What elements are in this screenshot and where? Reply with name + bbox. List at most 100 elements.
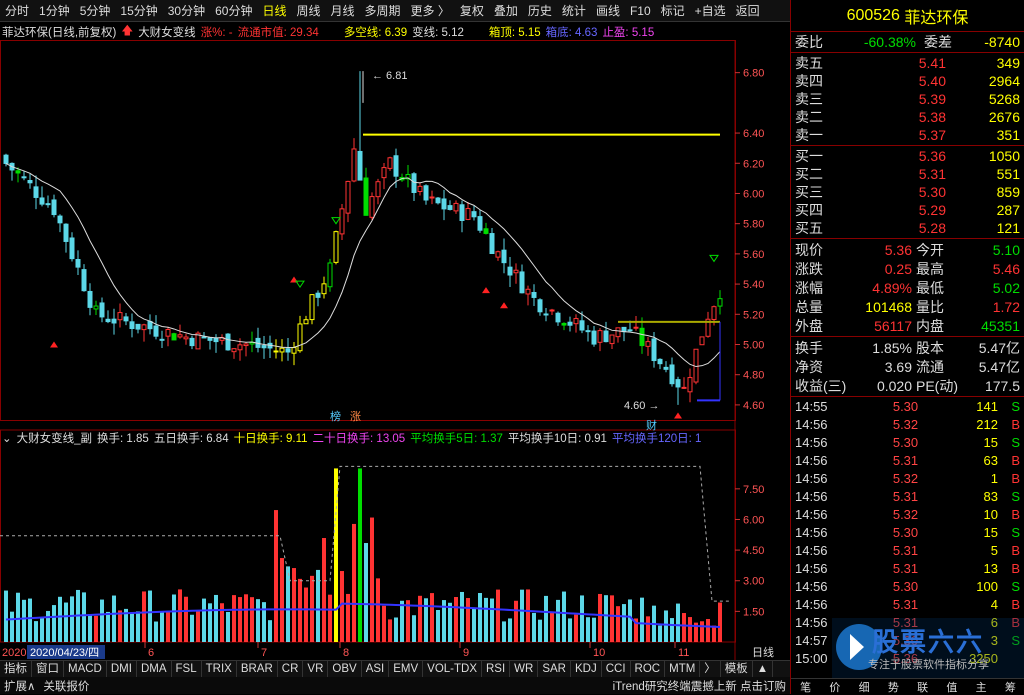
- volume-bar: [502, 621, 506, 642]
- stat-cell: 4.89%: [872, 279, 912, 296]
- volume-bar: [532, 612, 536, 642]
- indicator-tab-20[interactable]: MTM: [665, 661, 701, 677]
- panel-tab-5[interactable]: 值: [937, 679, 966, 694]
- toolbar-item-3[interactable]: 15分钟: [115, 0, 162, 22]
- candle-body: [429, 196, 435, 199]
- toolbar-item-14[interactable]: 统计: [557, 0, 591, 22]
- toolbar-item-7[interactable]: 周线: [291, 0, 325, 22]
- panel-tab-1[interactable]: 价: [820, 679, 849, 694]
- kline-chart[interactable]: 6.80 6.40 6.20 6.00 5.80 5.60 5.40 5.20 5.00 4.80…: [0, 40, 790, 660]
- panel-tab-0[interactable]: 笔: [791, 679, 820, 694]
- toolbar-item-5[interactable]: 60分钟: [210, 0, 257, 22]
- tick-cell: 100: [976, 578, 998, 594]
- indicator-tab-8[interactable]: CR: [278, 661, 304, 677]
- indicator-tab-5[interactable]: FSL: [172, 661, 202, 677]
- watermark-title: 股票六六: [872, 628, 985, 658]
- candle-body: [141, 324, 147, 331]
- indicator-tab-16[interactable]: SAR: [538, 661, 571, 677]
- toolbar-item-8[interactable]: 月线: [326, 0, 360, 22]
- stat-cell: 0.25: [884, 260, 912, 277]
- candle-body: [519, 271, 525, 294]
- panel-tab-7[interactable]: 筹: [996, 679, 1024, 694]
- indicator-tab-4[interactable]: DMA: [137, 661, 172, 677]
- sell-row: 卖四 5.40 2964: [791, 72, 1024, 90]
- volume-bar: [292, 568, 296, 642]
- indicator-tab-17[interactable]: KDJ: [571, 661, 602, 677]
- vol-tick-label: 6.00: [743, 514, 764, 526]
- indicator-tab-9[interactable]: VR: [303, 661, 329, 677]
- avg-turnover-120d: 平均换手120日: 1: [611, 433, 702, 445]
- indicator-tab-23[interactable]: ▲: [753, 661, 774, 677]
- candle-body: [129, 321, 135, 330]
- buy-label: 买四: [795, 202, 823, 218]
- indicator-tab-22[interactable]: 模板: [721, 661, 753, 677]
- indicator-tab-14[interactable]: RSI: [482, 661, 511, 677]
- month-label: 11: [678, 647, 689, 659]
- indicator-tab-6[interactable]: TRIX: [202, 661, 237, 677]
- candle-body: [69, 237, 75, 260]
- tick-cell: 10: [983, 506, 998, 522]
- indicator-tab-19[interactable]: ROC: [631, 661, 666, 677]
- toolbar-item-13[interactable]: 历史: [523, 0, 557, 22]
- candle-body: [465, 208, 471, 220]
- candle-body: [297, 323, 303, 352]
- ad-link[interactable]: iTrend研究终端震撼上新 点击订购: [609, 678, 790, 694]
- indicator-tab-1[interactable]: 窗口: [32, 661, 64, 677]
- indicator-tab-18[interactable]: CCI: [602, 661, 631, 677]
- indicator-tab-11[interactable]: ASI: [362, 661, 390, 677]
- panel-tab-6[interactable]: 主: [967, 679, 996, 694]
- sub-indicator-name[interactable]: 大财女变线_副: [17, 430, 92, 446]
- panel-tab-2[interactable]: 细: [850, 679, 879, 694]
- volume-bar: [430, 593, 434, 642]
- indicator-name[interactable]: 大财女变线: [138, 24, 196, 40]
- indicator-tab-13[interactable]: VOL-TDX: [423, 661, 482, 677]
- buy-orders: 买一 5.36 1050 买二 5.31 551 买三 5.30 859 买四 5.29 287 买五 5…: [791, 146, 1024, 239]
- toolbar-item-19[interactable]: 返回: [731, 0, 765, 22]
- toolbar-item-9[interactable]: 多周期: [360, 0, 406, 22]
- volume-bar: [346, 593, 350, 642]
- indicator-tab-12[interactable]: EMV: [389, 661, 424, 677]
- main-chart-legend: 菲达环保(日线,前复权) 🡅 大财女变线 涨%: - 流通市值: 29.34 多…: [2, 23, 659, 41]
- toolbar-item-16[interactable]: F10: [625, 0, 656, 22]
- fundamental-stats: 换手 1.85% 股本 5.47亿 净资 3.69 流通 5.47亿 收益(三) 0.020 PE(…: [791, 337, 1024, 397]
- indicator-tab-0[interactable]: 指标: [0, 661, 32, 677]
- toolbar-item-10[interactable]: 更多 〉: [406, 0, 455, 22]
- weicha-label: 委差: [924, 34, 952, 50]
- month-label: 10: [593, 647, 605, 659]
- toolbar-item-6[interactable]: 日线: [257, 0, 291, 22]
- related-quote-button[interactable]: 关联报价: [39, 678, 93, 694]
- price-tick-label: 5.00: [743, 339, 764, 351]
- avg-turnover-10d: 平均换手10日: 0.91: [507, 433, 607, 445]
- indicator-tab-10[interactable]: OBV: [328, 661, 362, 677]
- stat-cell: 收益(三): [795, 377, 847, 394]
- indicator-tab-3[interactable]: DMI: [107, 661, 137, 677]
- expand-button[interactable]: 扩展∧: [0, 678, 39, 694]
- toolbar-item-0[interactable]: 分时: [0, 0, 34, 22]
- toolbar-item-11[interactable]: 复权: [455, 0, 489, 22]
- panel-tab-3[interactable]: 势: [879, 679, 908, 694]
- stat-row: 外盘 56117 内盘 45351: [791, 316, 1024, 335]
- tick-cell: B: [1011, 506, 1020, 522]
- stat-cell: 股本: [916, 339, 944, 356]
- indicator-tab-21[interactable]: 〉: [700, 661, 721, 677]
- panel-tab-4[interactable]: 联: [908, 679, 937, 694]
- toolbar-item-2[interactable]: 5分钟: [75, 0, 116, 22]
- buy-label: 买一: [795, 148, 823, 164]
- toolbar-item-17[interactable]: 标记: [656, 0, 690, 22]
- price-tick-label: 5.80: [743, 219, 764, 231]
- candle-body: [111, 318, 117, 324]
- month-label: 8: [343, 647, 349, 659]
- collapse-icon[interactable]: ⌄: [2, 431, 12, 445]
- volume-bar: [4, 590, 8, 642]
- toolbar-item-15[interactable]: 画线: [591, 0, 625, 22]
- candle-body: [651, 338, 657, 362]
- toolbar-item-4[interactable]: 30分钟: [163, 0, 210, 22]
- indicator-tab-15[interactable]: WR: [510, 661, 539, 677]
- toolbar-item-18[interactable]: +自选: [690, 0, 731, 22]
- volume-bar: [286, 566, 290, 642]
- indicator-tab-7[interactable]: BRAR: [237, 661, 278, 677]
- toolbar-item-1[interactable]: 1分钟: [34, 0, 75, 22]
- toolbar-item-12[interactable]: 叠加: [489, 0, 523, 22]
- indicator-tab-2[interactable]: MACD: [64, 661, 107, 677]
- buy-price: 5.31: [918, 166, 946, 182]
